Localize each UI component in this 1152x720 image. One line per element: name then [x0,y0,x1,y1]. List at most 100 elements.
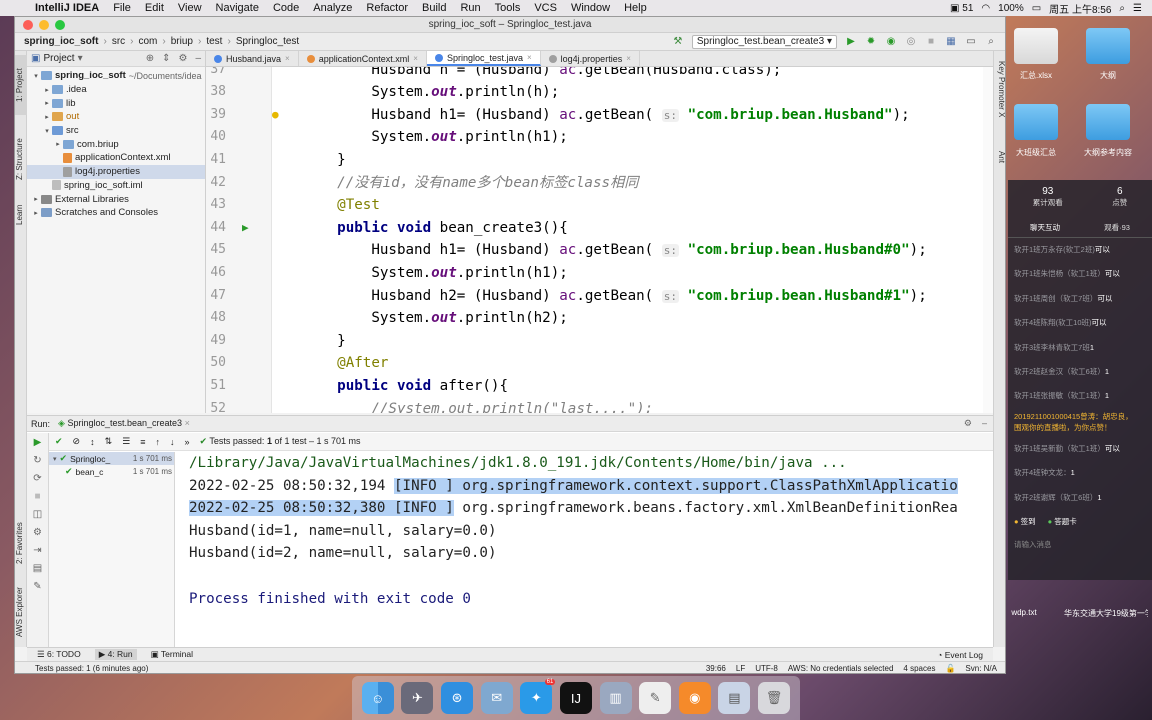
menu-edit[interactable]: Edit [138,2,171,14]
chevron-down-icon[interactable]: ▾ [31,72,41,80]
breadcrumb-src[interactable]: src [109,36,128,47]
more-icon[interactable]: » [184,437,189,447]
menu-analyze[interactable]: Analyze [306,2,359,14]
downloads-stack-icon[interactable]: ▤ [718,682,751,714]
down-icon[interactable]: ↓ [170,437,175,447]
hide-icon[interactable]: – [195,53,201,64]
breadcrumb-test[interactable]: test [203,36,225,47]
ant-tool-tab[interactable]: Ant [994,151,1005,175]
project-tool-tab[interactable]: 1: Project [15,55,27,115]
coverage-icon[interactable]: ◉ [885,36,897,48]
console-output[interactable]: /Library/Java/JavaVirtualMachines/jdk1.8… [189,452,985,648]
stop-icon[interactable]: ■ [27,487,48,505]
build-hammer-icon[interactable]: ⚒ [672,36,684,48]
editor-tab[interactable]: applicationContext.xml × [299,51,427,66]
run-test-gutter-icon[interactable]: ▶ [242,217,249,240]
chevron-right-icon[interactable]: ▸ [31,209,41,217]
battery-percent[interactable]: 100% [998,3,1024,14]
expand-icon[interactable]: ☰ [122,436,130,447]
breadcrumb-briup[interactable]: briup [168,36,196,47]
tree-item[interactable]: ▸ Scratches and Consoles [27,206,205,220]
safari-icon[interactable]: ⊛ [441,682,474,714]
minimize-button[interactable] [39,19,49,30]
caret-position[interactable]: 39:66 [706,664,726,673]
chevron-down-icon[interactable]: ▾ [42,127,52,135]
hide-icon[interactable]: – [982,418,987,429]
tab-chat[interactable]: 聊天互动 [1030,222,1060,233]
gear-icon[interactable]: ⚙ [964,418,972,429]
key-promoter-tool-tab[interactable]: Key Promoter X [994,61,1005,141]
rerun-icon[interactable]: ▶ [27,433,48,451]
intellij-idea-icon[interactable]: IJ [559,682,592,714]
tree-item[interactable]: spring_ioc_soft.iml [27,179,205,193]
menu-tools[interactable]: Tools [488,2,528,14]
code-editor[interactable]: 37 Husband h = (Husband) ac.getBean(Husb… [206,67,993,413]
editor-scrollbar[interactable] [983,67,993,413]
menu-app[interactable]: IntelliJ IDEA [28,2,106,14]
export-icon[interactable]: ⇥ [27,541,48,559]
close-icon[interactable]: × [626,54,631,63]
desktop-folder-icon[interactable] [1086,104,1130,140]
editor-tab[interactable]: Springloc_test.java × [426,51,541,66]
chevron-right-icon[interactable]: ▸ [31,195,41,203]
menu-view[interactable]: View [171,2,209,14]
chat-app-icon[interactable]: ✦ 61 [520,679,556,714]
tab-watch[interactable]: 观看·93 [1104,222,1130,233]
project-structure-icon[interactable]: ▦ [945,36,957,48]
layout-icon[interactable]: ▤ [27,559,48,577]
rerun-failed-icon[interactable]: ↻ [27,451,48,469]
tree-item[interactable]: ▸ lib [27,96,205,110]
run-tool-button[interactable]: ▶ 4: Run [94,649,137,660]
pin-icon[interactable]: ✎ [27,577,48,595]
breadcrumb-project[interactable]: spring_ioc_soft [21,36,101,47]
collapse-icon[interactable]: ≡ [140,437,145,447]
preview-icon[interactable]: ✉ [480,682,513,714]
terminal-tool-button[interactable]: ▣ Terminal [151,649,193,660]
chevron-down-icon[interactable]: ▾ [78,53,83,64]
learn-tool-tab[interactable]: Learn [15,197,27,233]
battery-app-icon[interactable]: ▣ 51 [950,3,973,14]
tree-item[interactable]: log4j.properties [27,164,205,179]
close-icon[interactable]: × [413,54,418,63]
close-icon[interactable]: × [285,54,290,63]
search-everywhere-icon[interactable]: ⌕ [985,36,997,48]
clock[interactable]: 周五 上午8:56 [1049,1,1111,16]
close-icon[interactable]: × [185,418,190,428]
status-message[interactable]: Tests passed: 1 (6 minutes ago) [35,664,148,673]
answer-card-button[interactable]: ● 答题卡 [1048,516,1077,527]
event-log-button[interactable]: ◔ Event Log [937,650,993,660]
menu-list-icon[interactable]: ☰ [1133,3,1142,14]
chevron-right-icon[interactable]: ▸ [42,86,52,94]
breadcrumb-class[interactable]: Springloc_test [233,36,302,47]
file-encoding[interactable]: UTF-8 [755,664,778,673]
desktop-xlsx-icon[interactable] [1014,28,1058,64]
layout-icon[interactable]: ▭ [965,36,977,48]
close-icon[interactable]: × [527,53,532,62]
debug-icon[interactable]: ✹ [865,36,877,48]
lightbulb-icon[interactable]: ● [272,104,279,127]
structure-tool-tab[interactable]: Z: Structure [15,129,27,189]
snapshot-icon[interactable]: ◫ [27,505,48,523]
menu-build[interactable]: Build [415,2,453,14]
tree-item[interactable]: ▾ src [27,124,205,138]
chevron-down-icon[interactable]: ▾ [53,455,57,463]
chevron-right-icon[interactable]: ▸ [42,99,52,107]
menu-navigate[interactable]: Navigate [209,2,266,14]
show-ignored-icon[interactable]: ⊘ [73,436,81,447]
favorites-tool-tab[interactable]: 2: Favorites [15,513,27,573]
locate-icon[interactable]: ⊕ [146,53,154,64]
chevron-right-icon[interactable]: ▸ [53,140,63,148]
live-app-icon[interactable]: ◉ [678,682,711,714]
profile-icon[interactable]: ◎ [905,36,917,48]
gear-icon[interactable]: ⚙ [178,53,187,64]
tree-item[interactable]: ▸ External Libraries [27,192,205,206]
show-passed-icon[interactable]: ✔ [55,436,63,447]
todo-tool-button[interactable]: ☰ 6: TODO [37,649,81,660]
run-config-tab[interactable]: ◈ Springloc_test.bean_create3 × [58,418,190,429]
menu-code[interactable]: Code [266,2,306,14]
editor-tab[interactable]: log4j.properties × [541,51,640,66]
toggle-autotest-icon[interactable]: ⟳ [27,469,48,487]
chat-input[interactable]: 请输入消息 [1008,533,1152,556]
menu-help[interactable]: Help [617,2,654,14]
menu-refactor[interactable]: Refactor [359,2,415,14]
